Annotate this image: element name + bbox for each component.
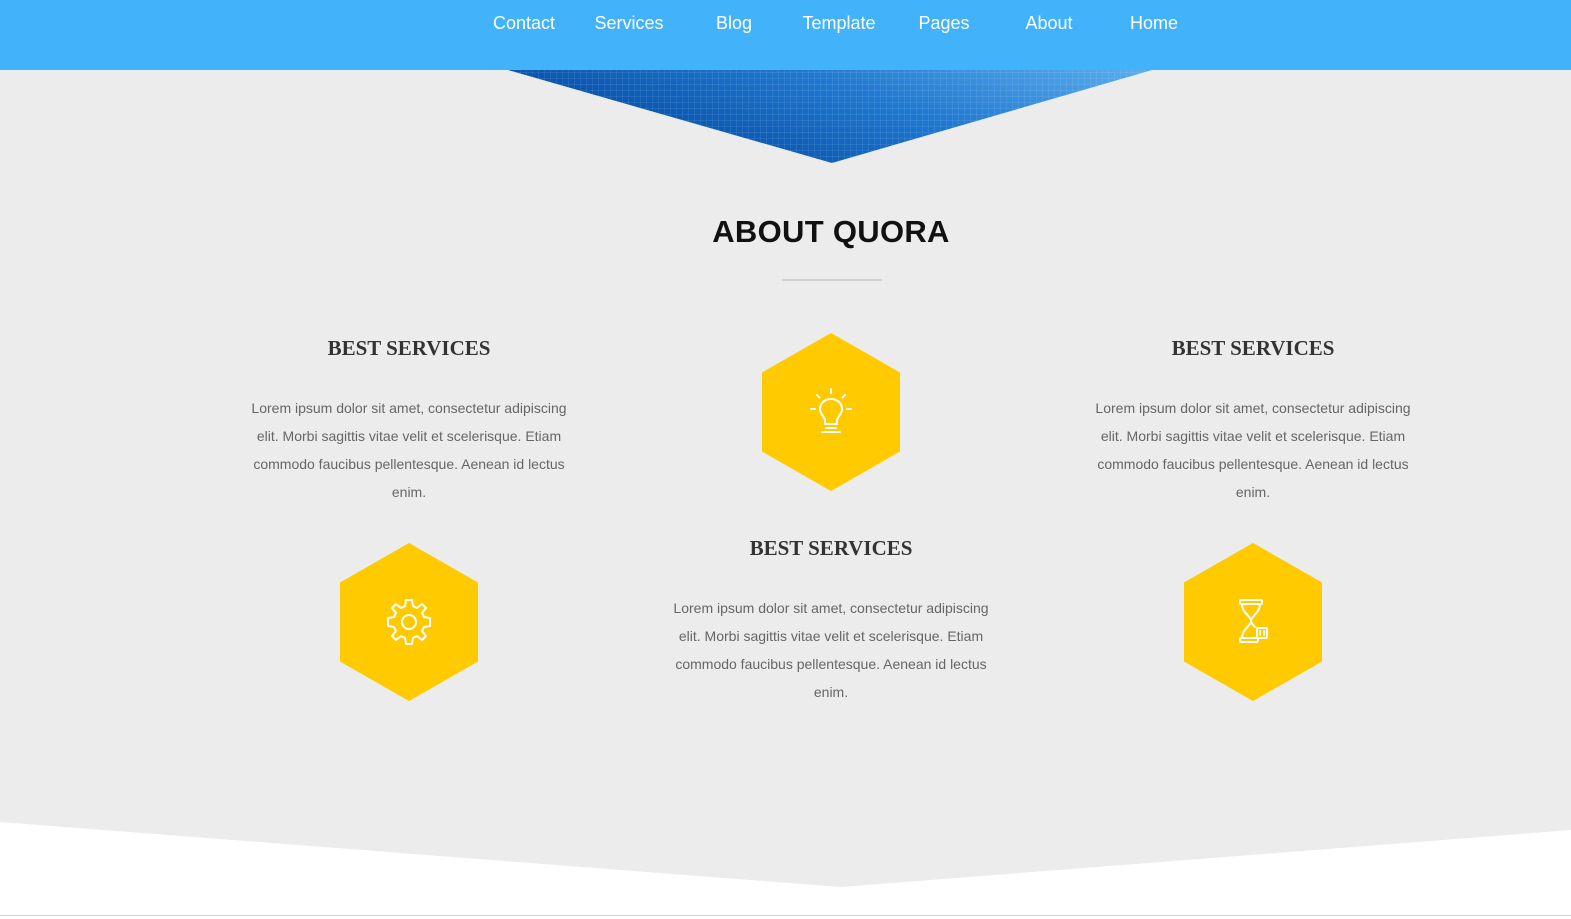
- nav-link-services[interactable]: Services: [574, 12, 684, 34]
- service-title: BEST SERVICES: [749, 536, 913, 560]
- nav-link-blog[interactable]: Blog: [679, 12, 789, 34]
- gear-icon: [387, 599, 431, 645]
- title-divider: [782, 279, 882, 281]
- service-description: Lorem ipsum dolor sit amet, consectetur …: [1095, 400, 1411, 500]
- service-block-right: BEST SERVICES Lorem ipsum dolor sit amet…: [1093, 335, 1413, 506]
- nav-link-contact[interactable]: Contact: [469, 12, 579, 34]
- service-title: BEST SERVICES: [1171, 336, 1335, 360]
- section-title: ABOUT QUORA: [712, 214, 950, 249]
- page-bottom-divider: [0, 915, 1571, 916]
- nav-link-home[interactable]: Home: [1099, 12, 1209, 34]
- nav-link-pages[interactable]: Pages: [889, 12, 999, 34]
- top-navbar: Contact Services Blog Template Pages Abo…: [0, 0, 1571, 70]
- service-description: Lorem ipsum dolor sit amet, consectetur …: [673, 600, 989, 700]
- nav-link-about[interactable]: About: [994, 12, 1104, 34]
- service-block-center: BEST SERVICES Lorem ipsum dolor sit amet…: [671, 535, 991, 706]
- service-title: BEST SERVICES: [327, 336, 491, 360]
- hourglass-icon: [1239, 599, 1268, 643]
- lightbulb-icon: [810, 388, 852, 433]
- nav-link-template[interactable]: Template: [784, 12, 894, 34]
- service-block-left: BEST SERVICES Lorem ipsum dolor sit amet…: [249, 335, 569, 506]
- service-description: Lorem ipsum dolor sit amet, consectetur …: [251, 400, 567, 500]
